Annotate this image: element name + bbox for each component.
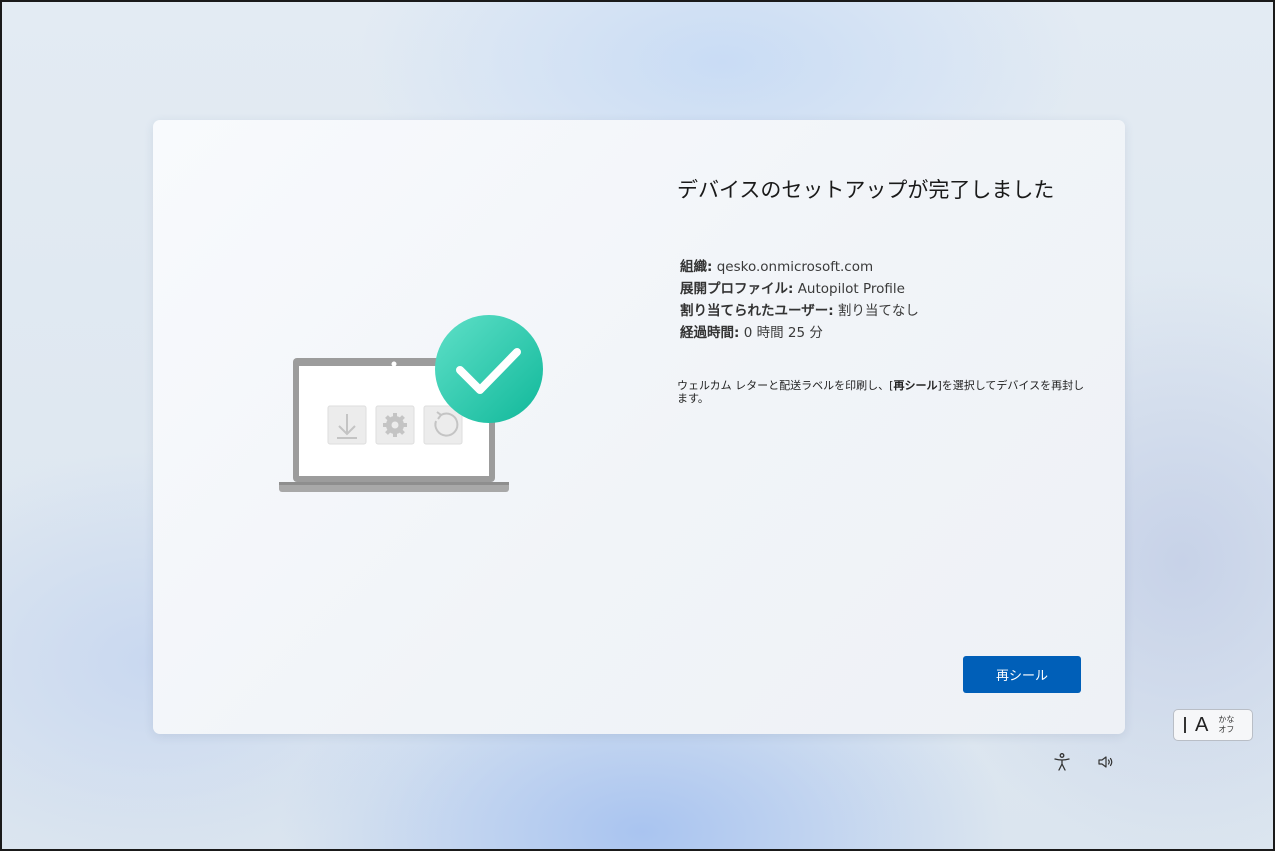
- device-info: 組織: qesko.onmicrosoft.com 展開プロファイル: Auto…: [680, 256, 919, 344]
- info-organization: 組織: qesko.onmicrosoft.com: [680, 259, 874, 275]
- dialog-title: デバイスのセットアップが完了しました: [677, 178, 1055, 202]
- reseal-instructions: ウェルカム レターと配送ラベルを印刷し、[再シール]を選択してデバイスを再封しま…: [677, 379, 1085, 405]
- oobe-background: デバイスのセットアップが完了しました 組織: qesko.onmicrosoft…: [0, 0, 1275, 851]
- reseal-button[interactable]: 再シール: [963, 656, 1081, 693]
- info-elapsed-time: 経過時間: 0 時間 25 分: [680, 325, 823, 341]
- refresh-icon: [423, 405, 463, 445]
- text-cursor-icon: [1184, 717, 1186, 733]
- ime-mode-indicator[interactable]: A かな オフ: [1173, 709, 1253, 741]
- checkmark-icon: [435, 315, 543, 423]
- info-assigned-user: 割り当てられたユーザー: 割り当てなし: [680, 303, 919, 319]
- settings-gear-icon: [375, 405, 415, 445]
- ime-mode-letter: A: [1195, 713, 1209, 736]
- laptop-icon: [279, 358, 509, 492]
- ime-kana-status: かな オフ: [1218, 715, 1235, 734]
- setup-complete-dialog: デバイスのセットアップが完了しました 組織: qesko.onmicrosoft…: [153, 120, 1125, 734]
- setup-illustration: [279, 315, 543, 492]
- accessibility-icon[interactable]: [1052, 752, 1072, 772]
- download-icon: [327, 405, 367, 445]
- info-deployment-profile: 展開プロファイル: Autopilot Profile: [680, 281, 905, 297]
- volume-icon[interactable]: [1096, 752, 1116, 772]
